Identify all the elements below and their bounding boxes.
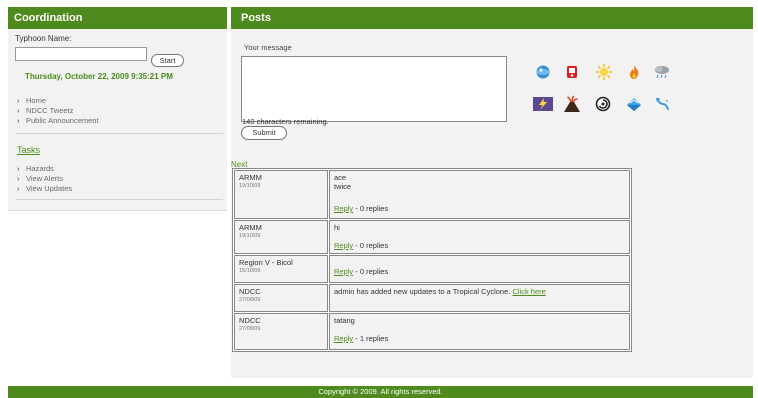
sidebar-divider [16,133,223,134]
reply-count: - 0 replies [353,204,389,213]
fire-icon[interactable] [623,61,645,83]
nav-item-home[interactable]: › Home [17,96,99,106]
table-row: ARMM 19/10/09 hi Reply - 0 replies [234,220,630,254]
globe-icon[interactable] [532,61,554,83]
start-button[interactable]: Start [151,54,184,67]
chevron-right-icon: › [17,164,20,173]
nav-list: › Home › NDCC Tweetz › Public Announcement [17,96,99,126]
post-author-cell: ARMM 19/10/09 [234,220,328,254]
post-message: hi [334,223,340,232]
post-date: 19/10/09 [239,183,261,189]
volcano-icon[interactable] [561,93,583,115]
nav-item-public-announcement[interactable]: › Public Announcement [17,116,99,126]
post-date: 27/08/09 [239,297,261,303]
post-message: tatang [334,316,355,325]
post-author: ARMM [239,173,262,182]
reply-line: Reply - 0 replies [334,204,625,213]
task-item-view-updates[interactable]: › View Updates [17,184,72,194]
nav-item-label: Home [26,96,47,105]
reply-link[interactable]: Reply [334,267,353,276]
rain-cloud-icon[interactable] [651,61,673,83]
posts-header: Posts [231,7,753,29]
message-label: Your message [244,43,292,52]
chevron-right-icon: › [17,96,20,105]
task-item-label: View Alerts [26,174,63,183]
task-item-view-alerts[interactable]: › View Alerts [17,174,72,184]
submit-button[interactable]: Submit [241,126,287,140]
current-datetime: Thursday, October 22, 2009 9:35:21 PM [25,72,173,81]
reply-link[interactable]: Reply [334,204,353,213]
coordination-panel: Coordination Typhoon Name: Start Thursda… [8,7,227,211]
reply-link[interactable]: Reply [334,241,353,250]
coordination-header: Coordination [8,7,227,29]
posts-table: ARMM 19/10/09 ace twice Reply - 0 replie… [232,168,632,352]
chevron-right-icon: › [17,184,20,193]
tasks-heading[interactable]: Tasks [17,145,40,155]
chevron-right-icon: › [17,116,20,125]
nav-item-ndcc-tweetz[interactable]: › NDCC Tweetz [17,106,99,116]
post-date: 19/10/09 [239,233,261,239]
post-author: NDCC [239,316,261,325]
post-author-cell: ARMM 19/10/09 [234,170,328,219]
chevron-right-icon: › [17,106,20,115]
task-item-label: Hazards [26,164,54,173]
footer: Copyright © 2009. All rights reserved. [8,386,753,398]
post-content-cell: tatang Reply - 1 replies [329,313,630,350]
fire-alarm-icon[interactable] [561,61,583,83]
post-author: Region V - Bicol [239,258,293,267]
reply-link[interactable]: Reply [334,334,353,343]
task-list: › Hazards › View Alerts › View Updates [17,164,72,194]
post-message-text: admin has added new updates to a Tropica… [334,287,511,296]
post-content-cell: ace twice Reply - 0 replies [329,170,630,219]
sidebar-divider [16,199,223,200]
reply-count: - 0 replies [353,267,389,276]
chars-remaining: 140 characters remaining. [242,117,329,126]
message-textarea[interactable] [241,56,507,122]
reply-line: Reply - 0 replies [334,267,625,276]
task-item-hazards[interactable]: › Hazards [17,164,72,174]
post-content-cell: admin has added new updates to a Tropica… [329,284,630,312]
typhoon-name-label: Typhoon Name: [15,34,72,43]
post-author: NDCC [239,287,261,296]
post-author: ARMM [239,223,262,232]
flood-icon[interactable] [623,93,645,115]
nav-item-label: Public Announcement [26,116,99,125]
post-author-cell: Region V - Bicol 15/10/09 [234,255,328,283]
post-message: twice [334,182,352,191]
chevron-right-icon: › [17,174,20,183]
reply-line: Reply - 0 replies [334,241,625,250]
post-date: 15/10/09 [239,268,261,274]
post-message: ace [334,173,347,182]
cyclone-icon[interactable] [592,93,614,115]
post-content-cell: hi Reply - 0 replies [329,220,630,254]
nav-item-label: NDCC Tweetz [26,106,74,115]
table-row: NDCC 27/08/09 admin has added new update… [234,284,630,312]
table-row: NDCC 27/08/09 tatang Reply - 1 replies [234,313,630,350]
typhoon-name-input[interactable] [15,47,147,61]
table-row: ARMM 19/10/09 ace twice Reply - 0 replie… [234,170,630,219]
post-date: 27/08/09 [239,326,261,332]
post-author-cell: NDCC 27/08/09 [234,313,328,350]
post-author-cell: NDCC 27/08/09 [234,284,328,312]
sun-icon[interactable] [593,61,615,83]
reply-line: Reply - 1 replies [334,334,625,343]
click-here-link[interactable]: Click here [512,287,545,296]
reply-count: - 0 replies [353,241,389,250]
table-row: Region V - Bicol 15/10/09 Reply - 0 repl… [234,255,630,283]
task-item-label: View Updates [26,184,73,193]
lightning-icon[interactable] [532,93,554,115]
post-message: admin has added new updates to a Tropica… [334,287,625,296]
landslide-icon[interactable] [651,93,673,115]
post-content-cell: Reply - 0 replies [329,255,630,283]
reply-count: - 1 replies [353,334,389,343]
